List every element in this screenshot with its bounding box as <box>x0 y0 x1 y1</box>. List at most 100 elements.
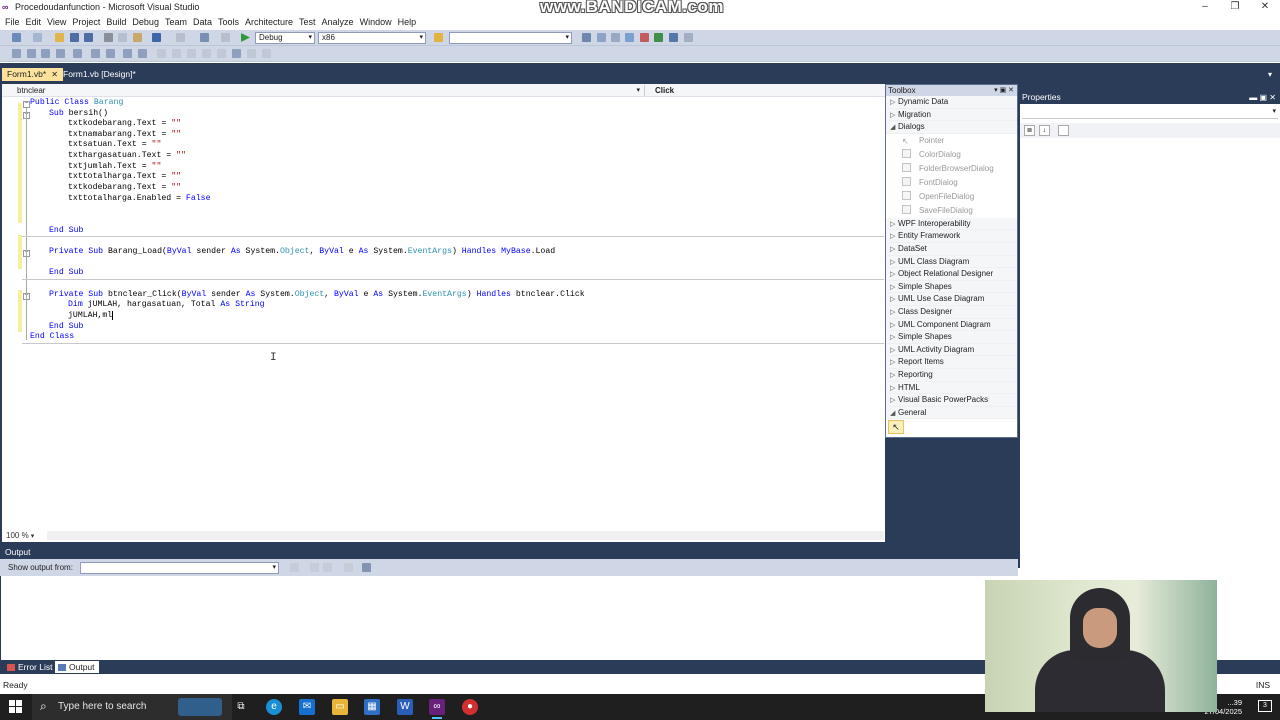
find-in-files-icon[interactable] <box>434 33 443 42</box>
edge-browser-icon[interactable]: e <box>266 699 282 715</box>
format-icon[interactable] <box>232 49 241 58</box>
solution-platform-dropdown[interactable]: x86 ▾ <box>318 32 426 44</box>
start-page-icon[interactable] <box>654 33 663 42</box>
toolbar-options-icon[interactable] <box>262 49 271 58</box>
copy-icon[interactable] <box>118 33 127 42</box>
tool-folderbrowserdialog[interactable]: FolderBrowserDialog <box>886 161 1017 176</box>
tool-pointer[interactable]: ↖ Pointer <box>886 133 1017 148</box>
method-name-dropdown[interactable]: Click <box>644 85 884 96</box>
next-message-icon[interactable] <box>323 563 332 572</box>
new-project-icon[interactable] <box>12 33 21 42</box>
horizontal-scrollbar[interactable] <box>47 531 884 540</box>
toolbox-group-dynamic-data[interactable]: ▷ Dynamic Data <box>886 96 1017 109</box>
menu-data[interactable]: Data <box>190 15 215 30</box>
toolbox-group[interactable]: ▷ Simple Shapes <box>886 331 1017 344</box>
menu-view[interactable]: View <box>44 15 69 30</box>
menu-test[interactable]: Test <box>296 15 319 30</box>
properties-object-dropdown[interactable]: ▾ <box>1022 107 1278 119</box>
prev-bookmark-icon[interactable] <box>157 49 166 58</box>
toolbox-group[interactable]: ▷ Class Designer <box>886 305 1017 319</box>
clear-bookmarks-icon[interactable] <box>217 49 226 58</box>
tool-openfiledialog[interactable]: OpenFileDialog <box>886 189 1017 204</box>
toolbox-group[interactable]: ▷ UML Activity Diagram <box>886 343 1017 357</box>
menu-window[interactable]: Window <box>357 15 395 30</box>
collapse-icon[interactable]: − <box>23 101 30 108</box>
menu-architecture[interactable]: Architecture <box>242 15 296 30</box>
toolbox-group[interactable]: ▷ Entity Framework <box>886 230 1017 243</box>
add-item-icon[interactable] <box>33 33 42 42</box>
word-completion-icon[interactable] <box>56 49 65 58</box>
toolbox-group[interactable]: ▷ UML Class Diagram <box>886 255 1017 269</box>
find-dropdown[interactable]: ▾ <box>449 32 572 44</box>
prev-bookmark-folder-icon[interactable] <box>187 49 196 58</box>
prev-message-icon[interactable] <box>310 563 319 572</box>
microsoft-store-icon[interactable]: ▦ <box>364 699 380 715</box>
find-symbol-icon[interactable] <box>247 49 256 58</box>
bookmark-icon[interactable] <box>138 49 147 58</box>
solution-explorer-icon[interactable] <box>582 33 591 42</box>
visual-studio-icon[interactable]: ∞ <box>429 699 445 719</box>
menu-project[interactable]: Project <box>69 15 103 30</box>
panel-pin-icon[interactable]: ▬ ▣ ✕ <box>1249 91 1276 104</box>
tab-form1-vb[interactable]: Form1.vb* ✕ <box>2 68 63 81</box>
tool-savefiledialog[interactable]: SaveFileDialog <box>886 203 1017 218</box>
menu-help[interactable]: Help <box>395 15 420 30</box>
toolbox-group[interactable]: ▷ Report Items <box>886 356 1017 369</box>
navigate-back-icon[interactable] <box>200 33 209 42</box>
next-bookmark-icon[interactable] <box>172 49 181 58</box>
error-list-icon[interactable] <box>640 33 649 42</box>
property-pages-icon[interactable] <box>1058 125 1069 136</box>
next-bookmark-folder-icon[interactable] <box>202 49 211 58</box>
tool-general-pointer[interactable]: ↖ <box>886 419 1017 436</box>
tool-colordialog[interactable]: ColorDialog <box>886 147 1017 162</box>
parameter-info-icon[interactable] <box>27 49 36 58</box>
zoom-level-dropdown[interactable]: 100 % ▾ <box>6 531 34 540</box>
mail-icon[interactable]: ✉ <box>299 699 315 715</box>
increase-indent-icon[interactable] <box>91 49 100 58</box>
display-object-member-list-icon[interactable] <box>12 49 21 58</box>
task-view-icon[interactable]: ⧉ <box>233 699 249 715</box>
toolbox-group-general[interactable]: ◢ General <box>886 406 1017 420</box>
toolbox-group[interactable]: ▷ Object Relational Designer <box>886 268 1017 281</box>
tab-form1-design[interactable]: Form1.vb [Design]* <box>58 68 141 81</box>
decrease-indent-icon[interactable] <box>73 49 82 58</box>
panel-pin-icon[interactable]: ▾ ▣ ✕ <box>994 85 1014 96</box>
toolbox-group[interactable]: ▷ Simple Shapes <box>886 280 1017 294</box>
tab-error-list[interactable]: Error List <box>4 661 56 673</box>
taskbar-search-box[interactable]: ⌕ Type here to search <box>32 694 232 720</box>
restore-button[interactable]: ❐ <box>1220 0 1250 15</box>
toolbox-group[interactable]: ▷ HTML <box>886 381 1017 395</box>
tab-output[interactable]: Output <box>55 661 99 673</box>
paste-icon[interactable] <box>133 33 142 42</box>
output-source-dropdown[interactable]: ▾ <box>80 562 279 574</box>
file-explorer-icon[interactable]: ▭ <box>332 699 348 715</box>
windows-start-icon[interactable] <box>9 700 23 714</box>
menu-tools[interactable]: Tools <box>215 15 242 30</box>
close-button[interactable]: ✕ <box>1250 0 1280 15</box>
menu-debug[interactable]: Debug <box>129 15 162 30</box>
quick-info-icon[interactable] <box>41 49 50 58</box>
tool-fontdialog[interactable]: FontDialog <box>886 175 1017 190</box>
menu-build[interactable]: Build <box>103 15 129 30</box>
save-all-icon[interactable] <box>84 33 93 42</box>
object-browser-icon[interactable] <box>611 33 620 42</box>
save-icon[interactable] <box>70 33 79 42</box>
menu-analyze[interactable]: Analyze <box>319 15 357 30</box>
toolbox-group[interactable]: ▷ DataSet <box>886 242 1017 256</box>
open-file-icon[interactable] <box>55 33 64 42</box>
find-message-icon[interactable] <box>290 563 299 572</box>
toolbox-group-migration[interactable]: ▷ Migration <box>886 108 1017 122</box>
tab-overflow-dropdown-icon[interactable]: ▾ <box>1268 70 1272 79</box>
uncomment-icon[interactable] <box>123 49 132 58</box>
output-text-area[interactable] <box>0 576 1018 660</box>
start-debugging-icon[interactable] <box>241 33 250 42</box>
solution-configuration-dropdown[interactable]: Debug ▾ <box>255 32 315 44</box>
menu-team[interactable]: Team <box>162 15 190 30</box>
comment-out-icon[interactable] <box>106 49 115 58</box>
word-icon[interactable]: W <box>397 699 413 715</box>
menu-edit[interactable]: Edit <box>23 15 45 30</box>
code-area[interactable]: − − − − Public Class Barang Sub bersih()… <box>2 98 885 528</box>
extension-manager-icon[interactable] <box>669 33 678 42</box>
categorized-icon[interactable]: ≣ <box>1024 125 1035 136</box>
word-wrap-icon[interactable] <box>362 563 371 572</box>
